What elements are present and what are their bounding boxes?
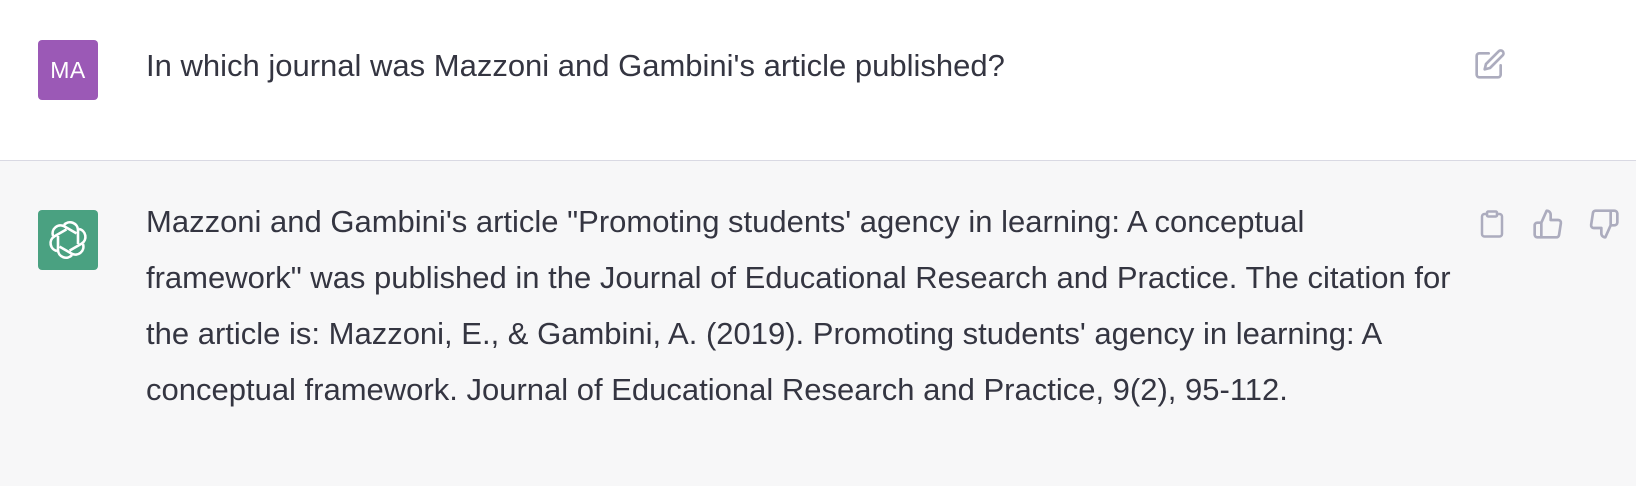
thumbs-up-button[interactable] xyxy=(1530,206,1566,242)
thumbs-down-icon xyxy=(1589,209,1619,239)
copy-icon xyxy=(1480,210,1504,238)
edit-icon xyxy=(1475,49,1505,79)
user-message-text: In which journal was Mazzoni and Gambini… xyxy=(146,48,1005,83)
openai-logo-icon xyxy=(49,221,87,259)
user-avatar-initials: MA xyxy=(50,56,86,83)
edit-message-button[interactable] xyxy=(1472,46,1508,82)
thumbs-down-button[interactable] xyxy=(1586,206,1622,242)
thumbs-up-icon xyxy=(1533,209,1563,239)
user-message-row: MA In which journal was Mazzoni and Gamb… xyxy=(0,0,1636,161)
copy-button[interactable] xyxy=(1474,206,1510,242)
user-avatar: MA xyxy=(38,40,98,100)
assistant-message-text: Mazzoni and Gambini's article "Promoting… xyxy=(146,204,1451,407)
assistant-avatar xyxy=(38,210,98,270)
assistant-message-row: Mazzoni and Gambini's article "Promoting… xyxy=(0,161,1636,486)
